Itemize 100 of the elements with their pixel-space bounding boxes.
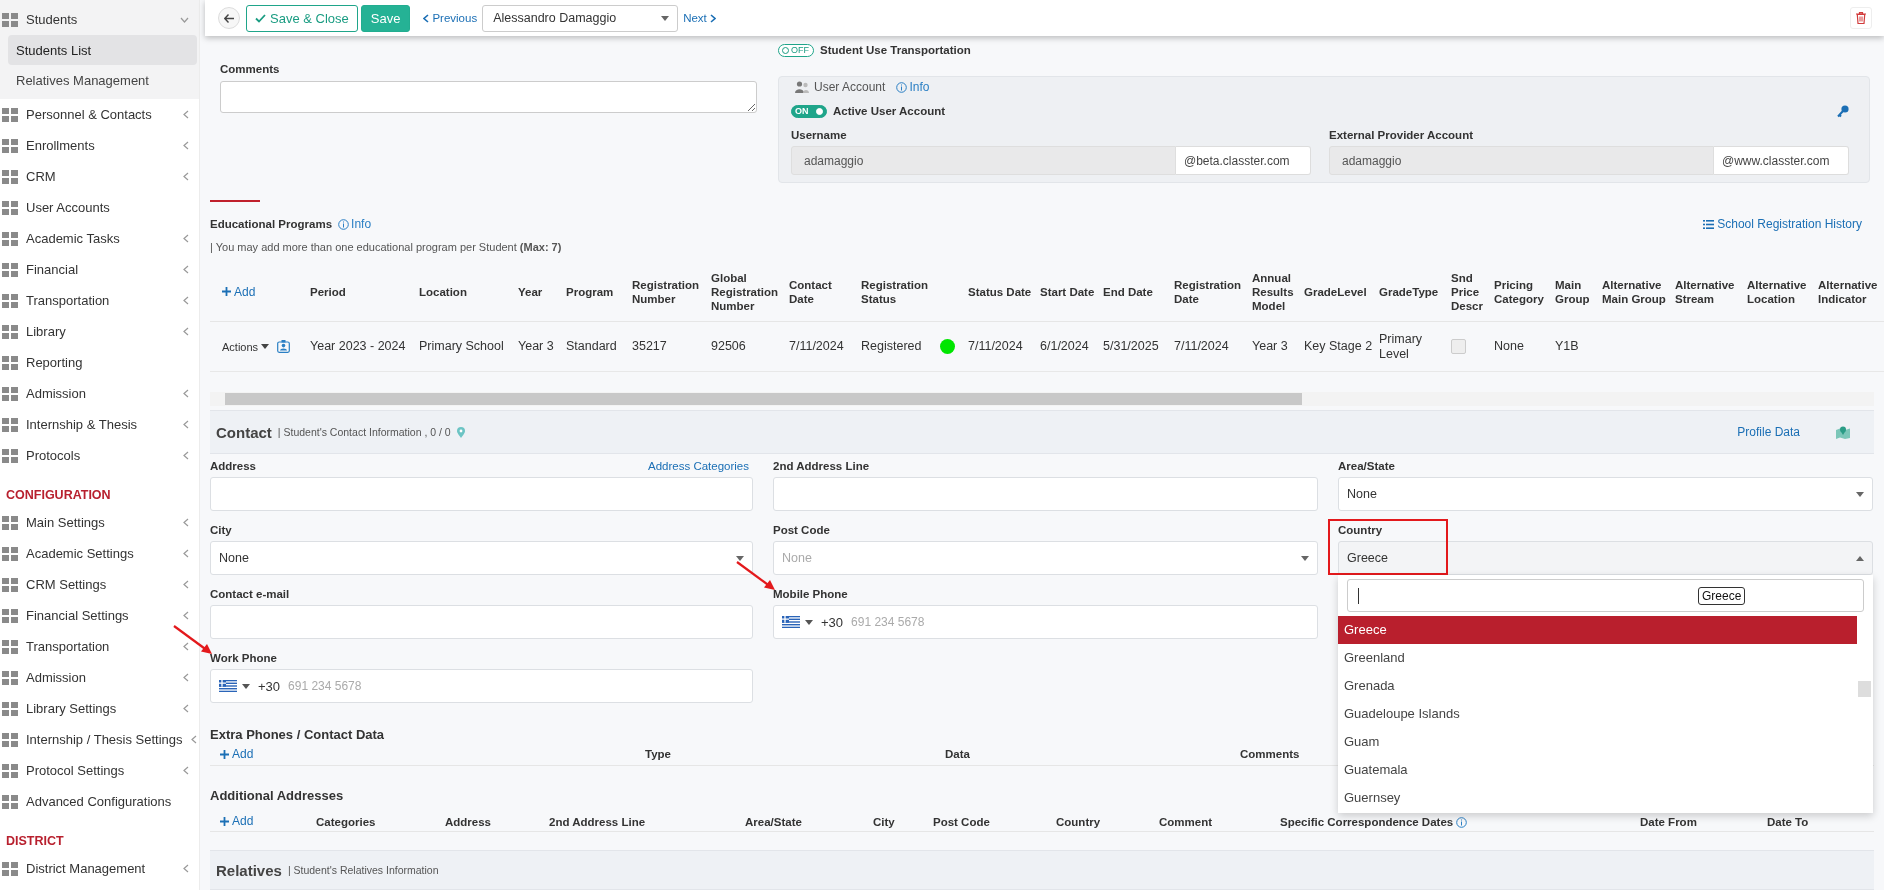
grid-icon xyxy=(2,200,18,215)
grid-icon xyxy=(2,861,18,876)
add-link[interactable]: Add xyxy=(222,284,256,299)
phone-field[interactable]: +30 691 234 5678 xyxy=(773,605,1318,639)
map-icon[interactable] xyxy=(1836,425,1850,439)
column-header: Alternative Indicator xyxy=(1818,263,1884,322)
sidebar-item[interactable]: Academic Tasks xyxy=(26,231,175,246)
address-categories-link[interactable]: Address Categories xyxy=(648,460,749,472)
dropdown-option[interactable]: Guam xyxy=(1338,728,1857,756)
profile-icon[interactable] xyxy=(277,340,291,354)
sidebar-item[interactable]: Protocol Settings xyxy=(26,763,175,778)
phone-field[interactable]: +30 691 234 5678 xyxy=(210,669,753,703)
section-title: Extra Phones / Contact Data xyxy=(210,727,385,743)
history-link[interactable]: School Registration History xyxy=(1703,217,1862,231)
next-link[interactable]: Next xyxy=(681,12,718,24)
column-header: Alternative Stream xyxy=(1675,263,1747,322)
profile-data-link[interactable]: Profile Data xyxy=(1737,425,1800,439)
select-field[interactable]: Greece xyxy=(1338,541,1873,575)
note-text: | You may add more than one educational program per Student (Max: 7) xyxy=(210,240,563,255)
select-field[interactable]: None xyxy=(210,541,753,575)
input-field[interactable] xyxy=(773,477,1318,511)
record-select[interactable]: Alessandro Damaggio xyxy=(482,4,679,32)
sidebar-item[interactable]: Reporting xyxy=(26,355,189,370)
text-field[interactable]: adamaggio xyxy=(1329,146,1714,175)
sidebar-item[interactable]: Advanced Configurations xyxy=(26,794,189,809)
grid-icon xyxy=(2,577,18,592)
sidebar-item[interactable]: User Accounts xyxy=(26,200,189,215)
table-cell: None xyxy=(1494,321,1555,372)
sidebar-item[interactable]: CRM xyxy=(26,169,175,184)
previous-link[interactable]: Previous xyxy=(421,12,480,24)
scrollbar-thumb[interactable] xyxy=(1858,681,1871,697)
sidebar-item[interactable]: Academic Settings xyxy=(26,546,175,561)
table-cell: 35217 xyxy=(632,321,711,372)
select-field[interactable]: None xyxy=(1338,477,1873,511)
column-header: 2nd Address Line xyxy=(549,816,646,828)
field-label: Country xyxy=(1338,523,1383,537)
column-header: Post Code xyxy=(933,816,990,828)
search-field[interactable]: Greece xyxy=(1347,579,1864,612)
sidebar-item[interactable]: Financial xyxy=(26,262,175,277)
input-field[interactable] xyxy=(210,477,753,511)
grid-icon xyxy=(2,169,18,184)
actions-button[interactable]: Actions xyxy=(222,340,270,353)
back-button[interactable] xyxy=(218,7,240,29)
sidebar-item[interactable]: Transportation xyxy=(26,639,175,654)
column-header: Country xyxy=(1056,816,1101,828)
sidebar-item[interactable]: Admission xyxy=(26,386,175,401)
info-link[interactable]: Info xyxy=(896,80,930,94)
sidebar-subitem[interactable]: Students List xyxy=(8,35,197,65)
tooltip: Greece xyxy=(1698,587,1746,605)
key-icon[interactable] xyxy=(1837,104,1849,118)
dropdown-option[interactable]: Greece xyxy=(1338,616,1857,644)
sidebar-item[interactable]: Students xyxy=(26,12,172,27)
delete-button[interactable] xyxy=(1850,7,1872,29)
check-icon xyxy=(255,13,266,23)
sidebar-item[interactable]: Internship & Thesis xyxy=(26,417,175,432)
sidebar-item[interactable]: Transportation xyxy=(26,293,175,308)
sidebar-item[interactable]: CRM Settings xyxy=(26,577,175,592)
sidebar-item[interactable]: Protocols xyxy=(26,448,175,463)
save-close-button[interactable]: Save & Close xyxy=(246,4,358,32)
comments-field[interactable] xyxy=(220,81,757,113)
sidebar-item[interactable]: Library xyxy=(26,324,175,339)
sidebar-item[interactable]: Personnel & Contacts xyxy=(26,107,175,122)
sidebar-item[interactable]: Enrollments xyxy=(26,138,175,153)
phone-number-input[interactable]: 691 234 5678 xyxy=(288,679,752,693)
column-header: Address xyxy=(445,816,492,828)
sidebar-subitem[interactable]: Relatives Management xyxy=(8,65,197,95)
plus-icon xyxy=(220,749,229,759)
dropdown-option[interactable]: Grenada xyxy=(1338,672,1857,700)
table-cell: 92506 xyxy=(711,321,789,372)
input-field[interactable] xyxy=(210,605,753,639)
add-link[interactable]: Add xyxy=(220,747,254,761)
table-cell: Registered xyxy=(861,321,940,372)
field-label: Username xyxy=(791,128,848,142)
text-field[interactable]: adamaggio xyxy=(791,146,1176,175)
flag-icon xyxy=(219,680,237,692)
phone-number-input[interactable]: 691 234 5678 xyxy=(851,615,1317,629)
dropdown-option[interactable]: Guatemala xyxy=(1338,756,1857,784)
country-code-picker[interactable] xyxy=(782,616,813,628)
sidebar-item[interactable]: Library Settings xyxy=(26,701,175,716)
sidebar-item[interactable]: Admission xyxy=(26,670,175,685)
sidebar-item[interactable]: Internship / Thesis Settings xyxy=(26,732,183,747)
dropdown-option[interactable]: Guadeloupe Islands xyxy=(1338,700,1857,728)
toggle-switch[interactable]: OFF xyxy=(778,43,814,57)
field-label: City xyxy=(210,523,232,537)
add-link[interactable]: Add xyxy=(220,814,254,828)
country-code-picker[interactable] xyxy=(219,680,250,692)
field-label: Work Phone xyxy=(210,651,277,665)
info-link[interactable]: Info xyxy=(338,217,372,231)
sidebar-item[interactable]: Financial Settings xyxy=(26,608,175,623)
column-header: Snd Price Descr xyxy=(1451,263,1494,322)
checkbox[interactable] xyxy=(1451,339,1466,354)
caret-icon xyxy=(1856,555,1864,561)
sidebar-item[interactable]: District Management xyxy=(26,861,175,876)
chevron-left-icon xyxy=(423,13,430,23)
field-label: Area/State xyxy=(1338,459,1395,473)
dropdown-option[interactable]: Greenland xyxy=(1338,644,1857,672)
scrollbar[interactable] xyxy=(210,392,1874,406)
sidebar-item[interactable]: Main Settings xyxy=(26,515,175,530)
table-cell: Year 3 xyxy=(1252,321,1304,372)
dropdown-option[interactable]: Guernsey xyxy=(1338,784,1857,812)
